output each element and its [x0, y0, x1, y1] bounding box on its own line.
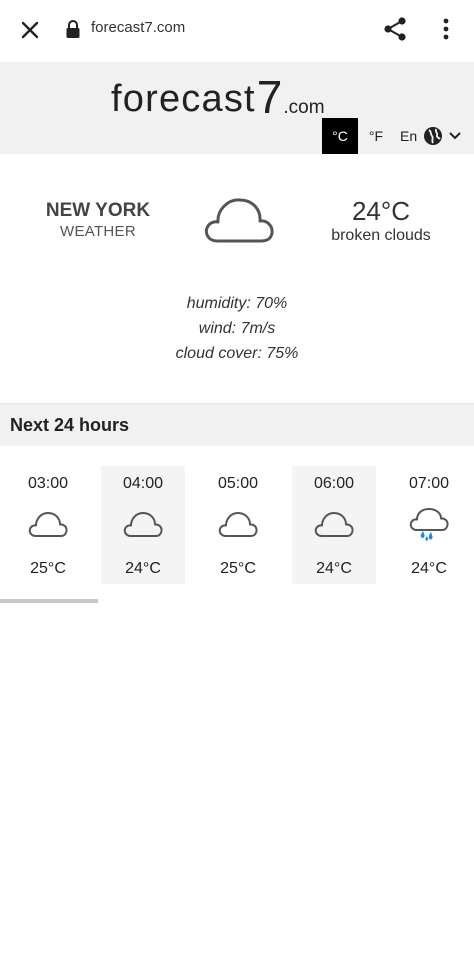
hour-item[interactable]: 04:00 24°C — [101, 466, 185, 584]
more-vert-icon — [443, 18, 449, 40]
humidity-text: humidity: 70% — [186, 295, 288, 312]
chevron-down-icon — [449, 132, 461, 140]
share-icon — [384, 17, 406, 41]
section-title: Next 24 hours — [10, 415, 130, 435]
fahrenheit-toggle[interactable]: °F — [362, 118, 390, 154]
logo-seven: 7 — [256, 71, 283, 124]
cloud-icon — [314, 512, 354, 537]
hour-time: 03:00 — [27, 475, 69, 492]
current-temperature: 24°C — [351, 196, 411, 226]
lock-icon — [66, 20, 80, 38]
cloud-icon — [28, 512, 68, 537]
city-name: NEW YORK — [45, 200, 151, 221]
cloud-icon — [123, 512, 163, 537]
hour-item[interactable]: 05:00 25°C — [196, 466, 280, 584]
hour-time: 05:00 — [217, 475, 259, 492]
language-selector[interactable]: En — [400, 118, 461, 154]
wind-text: wind: 7m/s — [198, 320, 276, 337]
hour-time: 06:00 — [313, 475, 355, 492]
site-header: forecast 7 .com °C °F En — [0, 62, 474, 154]
logo-domain: .com — [283, 97, 325, 118]
hour-temperature: 24°C — [316, 560, 352, 577]
hour-temperature: 24°C — [411, 560, 447, 577]
hour-temperature: 25°C — [220, 560, 256, 577]
weather-details: humidity: 70% wind: 7m/s cloud cover: 75… — [0, 291, 474, 366]
cloud-icon — [204, 198, 274, 243]
hour-time: 07:00 — [408, 475, 450, 492]
more-options-button[interactable] — [432, 12, 460, 46]
cloud-icon — [218, 512, 258, 537]
cloud-cover-text: cloud cover: 75% — [175, 345, 299, 362]
hour-temperature: 25°C — [30, 560, 66, 577]
site-logo[interactable]: forecast 7 .com — [111, 71, 325, 124]
globe-icon — [424, 127, 443, 145]
logo-text: forecast — [111, 78, 256, 120]
browser-toolbar: forecast7.com — [0, 0, 474, 60]
hour-time: 04:00 — [122, 475, 164, 492]
url-bar[interactable]: forecast7.com — [91, 19, 185, 36]
language-label: En — [400, 128, 418, 144]
close-icon — [21, 21, 39, 39]
next-24-hours-header: Next 24 hours — [0, 403, 474, 446]
celsius-toggle[interactable]: °C — [322, 118, 358, 154]
hour-item[interactable]: 06:00 24°C — [292, 466, 376, 584]
share-button[interactable] — [378, 12, 412, 46]
hour-temperature: 24°C — [125, 560, 161, 577]
hour-item[interactable]: 03:00 25°C — [6, 466, 90, 584]
rain-cloud-icon — [409, 508, 449, 541]
horizontal-scrollbar[interactable] — [0, 599, 98, 603]
hour-item[interactable]: 07:00 24°C — [387, 466, 471, 584]
city-subtitle: WEATHER — [60, 223, 136, 240]
close-button[interactable] — [14, 14, 46, 46]
current-description: broken clouds — [331, 227, 431, 244]
